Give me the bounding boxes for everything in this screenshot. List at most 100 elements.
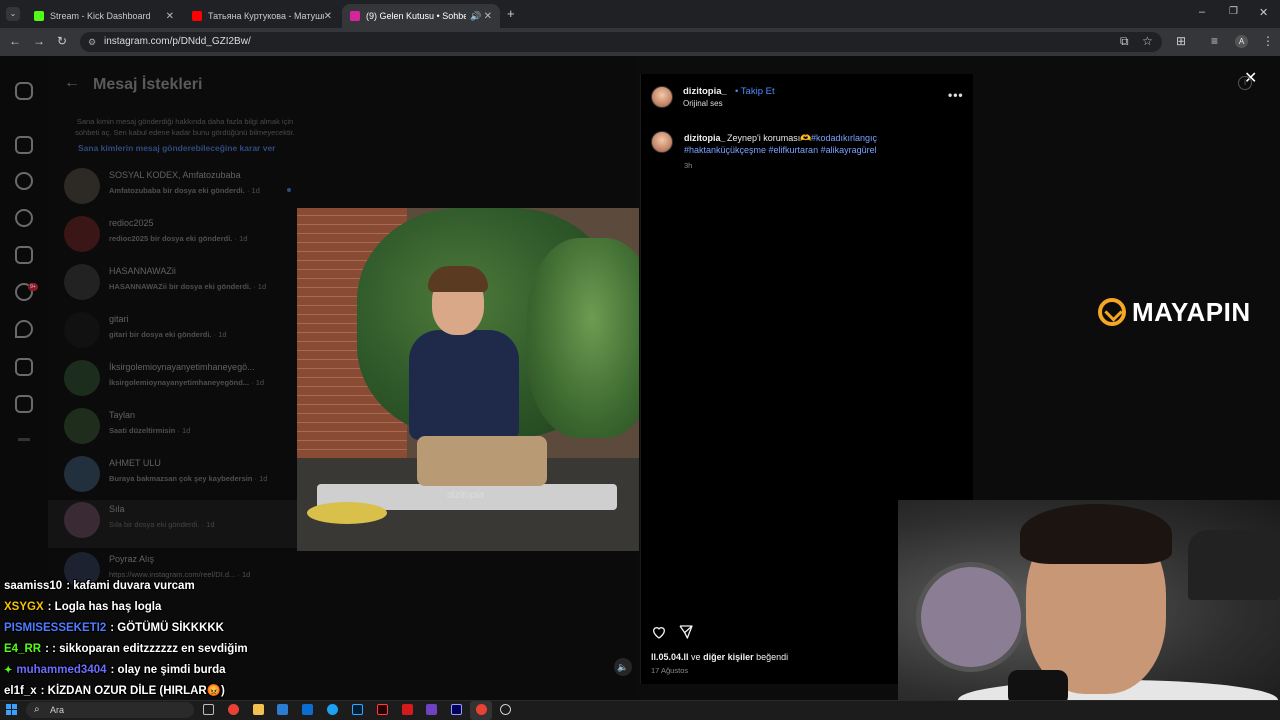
task-view-icon[interactable]: [203, 704, 214, 715]
list-item[interactable]: redioc2025 redioc2025 bir dosya eki gönd…: [60, 214, 300, 258]
caption-hashtag[interactable]: #kodadıkırlangıç: [811, 133, 877, 143]
caption-username[interactable]: dizitopia_: [684, 133, 726, 143]
chat-message: XSYGX: Logla has haş logla: [4, 597, 524, 618]
search-icon: ⌕: [34, 704, 40, 715]
video-hoodie: [409, 330, 519, 440]
chat-username: E4_RR: [4, 643, 42, 655]
tab-youtube[interactable]: Татьяна Куртукова - Матушка ✕: [184, 4, 340, 28]
like-heart-icon[interactable]: [651, 624, 667, 640]
caption-avatar[interactable]: [651, 131, 673, 153]
close-tab-icon[interactable]: ✕: [484, 11, 492, 22]
audio-label[interactable]: Orijinal ses: [683, 99, 723, 108]
menu-kebab-icon[interactable]: ⋮: [1262, 34, 1274, 48]
bookmark-star-icon[interactable]: ☆: [1142, 34, 1153, 48]
back-icon[interactable]: ←: [9, 34, 21, 48]
restore-icon[interactable]: ❐: [1229, 6, 1238, 17]
message-preview: Sıla bir dosya eki gönderdi. · 1d: [109, 520, 215, 529]
more-options-icon[interactable]: •••: [948, 88, 964, 102]
minimize-icon[interactable]: –: [1199, 6, 1205, 18]
chat-message: E4_RR: : sikkoparan editzzzzzz en sevdiğ…: [4, 639, 524, 660]
mute-toggle-icon[interactable]: 🔈: [614, 658, 632, 676]
kick-icon: [34, 11, 44, 21]
chat-username: XSYGX: [4, 601, 44, 613]
back-arrow-icon[interactable]: ←: [64, 74, 80, 92]
acrobat-icon[interactable]: [377, 704, 388, 715]
new-tab-button[interactable]: +: [507, 6, 515, 21]
list-item[interactable]: HASANNAWAZii HASANNAWAZii bir dosya eki …: [60, 262, 300, 306]
tab-list-dropdown-icon[interactable]: ⌄: [6, 7, 20, 21]
app-icon[interactable]: [277, 704, 288, 715]
caption-hashtags[interactable]: #haktanküçükçeşme #elifkurtaran #alikayr…: [684, 145, 877, 155]
chat-username: muhammed3404: [16, 664, 107, 676]
create-icon[interactable]: [15, 358, 33, 376]
chat-username: el1f_x: [4, 685, 37, 697]
message-control-link[interactable]: Sana kimlerin mesaj gönderebileceğine ka…: [78, 143, 275, 153]
sender-name: redioc2025: [109, 218, 154, 228]
close-tab-icon[interactable]: ✕: [324, 11, 332, 22]
audio-playing-icon[interactable]: 🔊: [470, 11, 481, 22]
instagram-logo-icon[interactable]: [15, 82, 33, 100]
share-icon[interactable]: [678, 624, 694, 640]
notifications-heart-icon[interactable]: [15, 320, 33, 338]
sender-name: AHMET ULU: [109, 458, 161, 468]
profile-avatar[interactable]: A: [1235, 35, 1248, 48]
more-icon[interactable]: [18, 438, 30, 441]
outlook-icon[interactable]: [302, 704, 313, 715]
chrome-active-icon[interactable]: [476, 704, 487, 715]
reload-icon[interactable]: ↻: [57, 34, 67, 48]
webcam-overlay: [898, 500, 1280, 716]
message-preview: gitari bir dosya eki gönderdi. · 1d: [109, 330, 227, 339]
search-icon[interactable]: [15, 172, 33, 190]
chat-text: : kafami duvara vurcam: [66, 580, 195, 592]
sender-name: Sıla: [109, 504, 125, 514]
author-username[interactable]: dizitopia_: [683, 86, 727, 97]
chat-text: : GÖTÜMÜ SİKKKKK: [110, 622, 224, 634]
sender-name: İksirgolemioynayanyetimhaneyegö...: [109, 362, 255, 372]
forward-icon[interactable]: →: [33, 34, 45, 48]
follow-button[interactable]: • Takip Et: [735, 86, 775, 97]
file-explorer-icon[interactable]: [253, 704, 264, 715]
list-item[interactable]: AHMET ULU Buraya bakmazsan çok şey kaybe…: [60, 454, 300, 498]
tab-label: Stream - Kick Dashboard: [50, 11, 151, 21]
list-item[interactable]: gitari gitari bir dosya eki gönderdi. · …: [60, 310, 300, 354]
reels-icon[interactable]: [15, 246, 33, 264]
chrome-icon[interactable]: [228, 704, 239, 715]
chat-message: saamiss10: kafami duvara vurcam: [4, 576, 524, 597]
taskbar-search[interactable]: ⌕ Ara: [26, 702, 194, 718]
app-icon[interactable]: [402, 704, 413, 715]
close-window-icon[interactable]: ✕: [1259, 6, 1268, 19]
site-info-icon[interactable]: ⚙: [88, 32, 96, 52]
install-app-icon[interactable]: ⧉: [1120, 34, 1129, 49]
list-item[interactable]: Sıla Sıla bir dosya eki gönderdi. · 1d: [48, 500, 298, 548]
post-video[interactable]: dizitopia: [297, 208, 639, 551]
edge-icon[interactable]: [327, 704, 338, 715]
list-item[interactable]: İksirgolemioynayanyetimhaneyegö... İksir…: [60, 358, 300, 402]
extensions-icon[interactable]: ⊞: [1176, 34, 1186, 48]
messages-badge: 9+: [28, 283, 38, 291]
logo-text: MAYAPIN: [1132, 296, 1251, 327]
avatar: [64, 456, 100, 492]
app-icon[interactable]: [426, 704, 437, 715]
chat-text: : KİZDAN OZUR DİLE (HIRLAR😡): [40, 685, 225, 697]
close-tab-icon[interactable]: ✕: [166, 11, 174, 22]
windows-start-icon[interactable]: [6, 704, 17, 715]
tab-kick-dashboard[interactable]: Stream - Kick Dashboard ✕: [26, 4, 182, 28]
list-item[interactable]: SOSYAL KODEX, Amfatozubaba Amfatozubaba …: [60, 166, 300, 210]
explore-icon[interactable]: [15, 209, 33, 227]
settings-gear-icon[interactable]: [500, 704, 511, 715]
likes-summary[interactable]: ll.05.04.ll ve diğer kişiler beğendi: [651, 652, 788, 662]
address-bar[interactable]: ⚙ instagram.com/p/DNdd_GZI2Bw/: [80, 32, 1162, 52]
avatar: [64, 168, 100, 204]
photoshop-icon[interactable]: [352, 704, 363, 715]
search-placeholder: Ara: [50, 705, 65, 715]
info-icon[interactable]: i: [1238, 76, 1252, 90]
list-item[interactable]: Taylan Saati düzeltirmisin · 1d: [60, 406, 300, 450]
media-control-icon[interactable]: ≡: [1211, 34, 1218, 48]
avatar: [64, 264, 100, 300]
author-avatar[interactable]: [651, 86, 673, 108]
avatar: [64, 216, 100, 252]
home-icon[interactable]: [15, 136, 33, 154]
dashboard-icon[interactable]: [15, 395, 33, 413]
tab-instagram[interactable]: (9) Gelen Kutusu • Sohbetler 🔊 ✕: [342, 4, 500, 28]
premiere-icon[interactable]: [451, 704, 462, 715]
